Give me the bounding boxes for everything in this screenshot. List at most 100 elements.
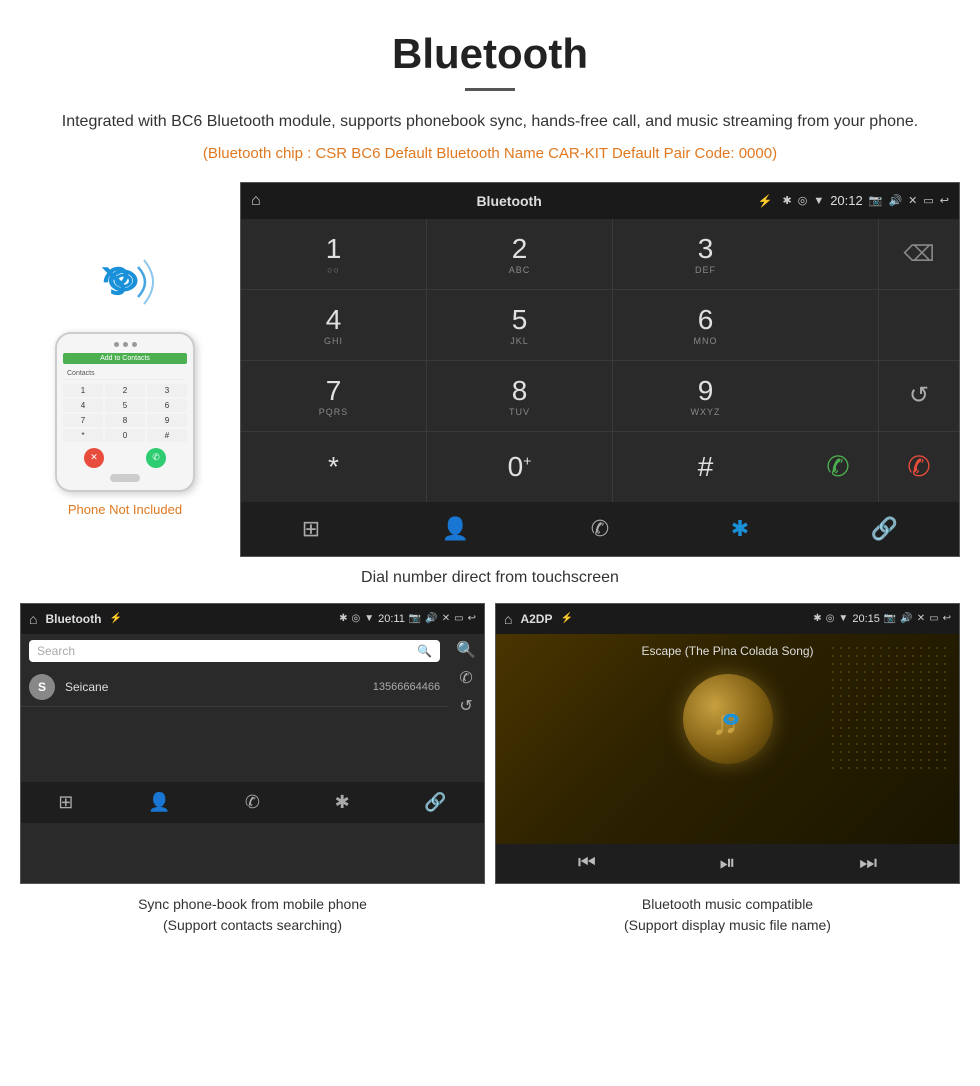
pb-search-placeholder: Search [37, 644, 75, 658]
description-text: Integrated with BC6 Bluetooth module, su… [60, 109, 920, 135]
play-pause-icon[interactable]: ⏯ [719, 852, 735, 875]
pb-contact-row[interactable]: S Seicane 13566664466 [21, 668, 448, 707]
dial-key-2[interactable]: 2ABC [427, 219, 612, 289]
prev-icon[interactable]: ⏮ [578, 852, 596, 875]
phone-key-2: 2 [105, 384, 145, 397]
phone-key-5: 5 [105, 399, 145, 412]
dial-call-red[interactable]: ✆ [879, 432, 959, 502]
phone-contacts: Contacts [63, 368, 187, 380]
status-time: 20:12 [830, 193, 863, 208]
phone-key-1: 1 [63, 384, 103, 397]
pb-grid-icon[interactable]: ⊞ [58, 792, 73, 813]
bluetooth-icon[interactable]: ✱ [731, 516, 749, 542]
dial-key-5[interactable]: 5JKL [427, 290, 612, 360]
car-screen-dial: ⌂ Bluetooth ⚡ ✱ ◎ ▼ 20:12 📷 🔊 ✕ ▭ ↩ 1○○ [240, 182, 960, 557]
dial-key-hash[interactable]: # [613, 432, 798, 502]
music-body: Escape (The Pina Colada Song) ♫ ⭖ [496, 634, 959, 844]
pb-title: Bluetooth [45, 612, 101, 626]
music-song-title: Escape (The Pina Colada Song) [641, 644, 813, 658]
dial-screen-title: Bluetooth [271, 193, 748, 209]
pb-avatar: S [29, 674, 55, 700]
phone-dialpad: 1 2 3 4 5 6 7 8 9 * 0 # [63, 384, 187, 442]
bluetooth-status-icon: ✱ [782, 194, 791, 207]
home-icon[interactable]: ⌂ [251, 192, 261, 210]
phonebook-screen: ⌂ Bluetooth ⚡ ✱ ◎ ▼ 20:11 📷 🔊 ✕ ▭ ↩ [20, 603, 485, 884]
phone-illustration: ⭖ ⅋ Add to Contacts Contacts 1 2 3 4 5 [20, 182, 230, 517]
next-icon[interactable]: ⏭ [859, 852, 877, 875]
pb-cam-icon: 📷 [409, 613, 421, 624]
pb-search-bar[interactable]: Search 🔍 [29, 640, 440, 662]
phonebook-caption: Sync phone-book from mobile phone (Suppo… [20, 884, 485, 936]
pb-link-icon[interactable]: 🔗 [424, 792, 446, 813]
dialpad-bottom-bar: ⊞ 👤 ✆ ✱ 🔗 [241, 502, 959, 556]
pb-search-icon-right[interactable]: 🔍 [456, 640, 476, 660]
music-controls: ⏮ ⏯ ⏭ [496, 844, 959, 883]
dial-key-1[interactable]: 1○○ [241, 219, 426, 289]
grid-icon[interactable]: ⊞ [302, 516, 320, 542]
dial-refresh[interactable]: ↺ [879, 361, 959, 431]
camera-icon: 📷 [869, 194, 883, 207]
bluetooth-waves-container: ⭖ ⅋ [80, 242, 170, 322]
music-x-icon: ✕ [917, 613, 925, 624]
music-sig-icon: ▼ [838, 613, 848, 624]
music-dots-pattern [829, 644, 949, 774]
pb-refresh-icon-right[interactable]: ↺ [459, 696, 472, 716]
gps-icon: ◎ [798, 194, 808, 207]
pb-status-bar: ⌂ Bluetooth ⚡ ✱ ◎ ▼ 20:11 📷 🔊 ✕ ▭ ↩ [21, 604, 484, 634]
bottom-screenshots: ⌂ Bluetooth ⚡ ✱ ◎ ▼ 20:11 📷 🔊 ✕ ▭ ↩ [0, 603, 980, 936]
phone-key-hash: # [147, 429, 187, 442]
dial-key-3[interactable]: 3DEF [613, 219, 798, 289]
pb-phone-icon[interactable]: ✆ [245, 792, 260, 813]
pb-vol-icon: 🔊 [425, 613, 437, 624]
dial-key-star[interactable]: * [241, 432, 426, 502]
pb-spacer [21, 722, 484, 782]
music-title: A2DP [520, 612, 552, 626]
back-icon[interactable]: ↩ [940, 194, 949, 207]
music-album-svg: ♫ ⭖ [703, 694, 753, 744]
phone-key-6: 6 [147, 399, 187, 412]
pb-bt-icon: ✱ [339, 613, 347, 624]
dial-key-0[interactable]: 0+ [427, 432, 612, 502]
dial-backspace[interactable]: ⌫ [879, 219, 959, 289]
dial-empty-3 [879, 290, 959, 360]
pb-time: 20:11 [378, 613, 405, 625]
pb-call-icon-right[interactable]: ✆ [459, 668, 472, 688]
person-icon[interactable]: 👤 [442, 516, 469, 542]
phone-key-0: 0 [105, 429, 145, 442]
music-status-icons: ✱ ◎ ▼ 20:15 📷 🔊 ✕ ▭ ↩ [813, 613, 951, 625]
pb-home-icon[interactable]: ⌂ [29, 611, 37, 627]
pb-status-icons: ✱ ◎ ▼ 20:11 📷 🔊 ✕ ▭ ↩ [339, 613, 476, 625]
music-status-bar: ⌂ A2DP ⚡ ✱ ◎ ▼ 20:15 📷 🔊 ✕ ▭ ↩ [496, 604, 959, 634]
phone-key-3: 3 [147, 384, 187, 397]
close-icon: ✕ [908, 194, 917, 207]
pb-search-icon[interactable]: 🔍 [417, 644, 432, 658]
phone-mockup: Add to Contacts Contacts 1 2 3 4 5 6 7 8… [55, 332, 195, 492]
dial-key-7[interactable]: 7PQRS [241, 361, 426, 431]
dial-key-6[interactable]: 6MNO [613, 290, 798, 360]
middle-section: ⭖ ⅋ Add to Contacts Contacts 1 2 3 4 5 [0, 182, 980, 557]
music-gps-icon: ◎ [826, 613, 835, 624]
dial-key-8[interactable]: 8TUV [427, 361, 612, 431]
pb-sig-icon: ▼ [364, 613, 374, 624]
usb-icon: ⚡ [758, 194, 773, 208]
phone-dot [114, 342, 119, 347]
pb-bt-bottom-icon[interactable]: ✱ [335, 792, 350, 813]
phone-add-contacts: Add to Contacts [63, 353, 187, 364]
pb-bottom-bar: ⊞ 👤 ✆ ✱ 🔗 [21, 782, 484, 823]
dial-call-green[interactable]: ✆ [798, 432, 878, 502]
phone-icon[interactable]: ✆ [591, 516, 609, 542]
pb-back-icon[interactable]: ↩ [468, 613, 476, 624]
dial-key-9[interactable]: 9WXYZ [613, 361, 798, 431]
phone-key-4: 4 [63, 399, 103, 412]
pb-person-icon[interactable]: 👤 [148, 792, 170, 813]
dial-key-4[interactable]: 4GHI [241, 290, 426, 360]
dial-empty-1 [798, 219, 878, 289]
music-home-icon[interactable]: ⌂ [504, 611, 512, 627]
phone-dot [132, 342, 137, 347]
music-scr-icon: ▭ [929, 613, 938, 624]
bluetooth-waves-svg: ⭖ ⅋ [80, 242, 170, 322]
link-icon[interactable]: 🔗 [871, 516, 898, 542]
page-title: Bluetooth [60, 30, 920, 78]
music-back-icon[interactable]: ↩ [943, 613, 951, 624]
music-column: ⌂ A2DP ⚡ ✱ ◎ ▼ 20:15 📷 🔊 ✕ ▭ ↩ Escape (T… [495, 603, 960, 936]
